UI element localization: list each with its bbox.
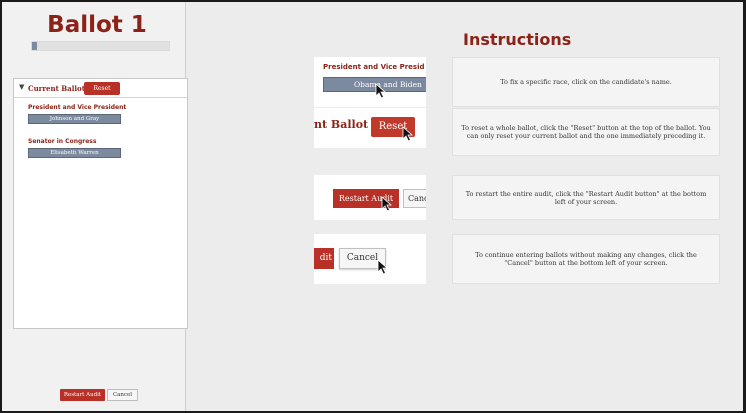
example-screenshot: President and Vice Presid Obama and Bide… (314, 57, 426, 107)
example-race-title: President and Vice Presid (323, 63, 425, 71)
instructions-title: Instructions (463, 30, 572, 49)
instruction-text: To continue entering ballots without mak… (452, 234, 720, 284)
instruction-step: nt Ballot Reset To reset a whole ballot,… (304, 108, 720, 156)
progress-fill (32, 42, 38, 50)
example-screenshot: dit Cancel (314, 234, 426, 284)
example-restart-audit-button: dit (314, 248, 334, 269)
instruction-text: To restart the entire audit, click the "… (452, 175, 720, 220)
ballot-progress-bar (31, 41, 170, 51)
ballot-title: Ballot 1 (47, 12, 147, 38)
race-title: Senator in Congress (28, 138, 97, 145)
instruction-text: To fix a specific race, click on the can… (452, 57, 720, 107)
mouse-cursor-icon (381, 196, 393, 212)
mouse-cursor-icon (375, 83, 387, 99)
candidate-button[interactable]: Elisabeth Warren (28, 148, 121, 158)
collapse-caret-icon[interactable]: ▼ (19, 83, 24, 91)
sidebar: Ballot 1 ▼ Current Ballot Reset Presiden… (2, 2, 188, 411)
reset-button[interactable]: Reset (84, 82, 120, 95)
mouse-cursor-icon (402, 126, 414, 142)
panel-header: ▼ Current Ballot Reset (14, 79, 187, 98)
instruction-step: dit Cancel To continue entering ballots … (304, 234, 720, 284)
race-title: President and Vice President (28, 104, 127, 111)
example-screenshot: Restart Audit Canc (314, 175, 426, 220)
candidate-button[interactable]: Johnson and Gray (28, 114, 121, 124)
example-current-ballot-text: nt Ballot (314, 118, 369, 131)
instruction-text: To reset a whole ballot, click the "Rese… (452, 108, 720, 156)
example-screenshot: nt Ballot Reset (314, 108, 426, 148)
instruction-step: President and Vice Presid Obama and Bide… (304, 57, 720, 107)
instruction-step: Restart Audit Canc To restart the entire… (304, 175, 720, 220)
example-cancel-button: Canc (403, 189, 426, 208)
cancel-button[interactable]: Cancel (107, 389, 138, 401)
mouse-cursor-icon (377, 259, 389, 275)
current-ballot-panel: ▼ Current Ballot Reset President and Vic… (13, 78, 188, 329)
current-ballot-label: Current Ballot (28, 84, 85, 93)
restart-audit-button[interactable]: Restart Audit (60, 389, 105, 401)
